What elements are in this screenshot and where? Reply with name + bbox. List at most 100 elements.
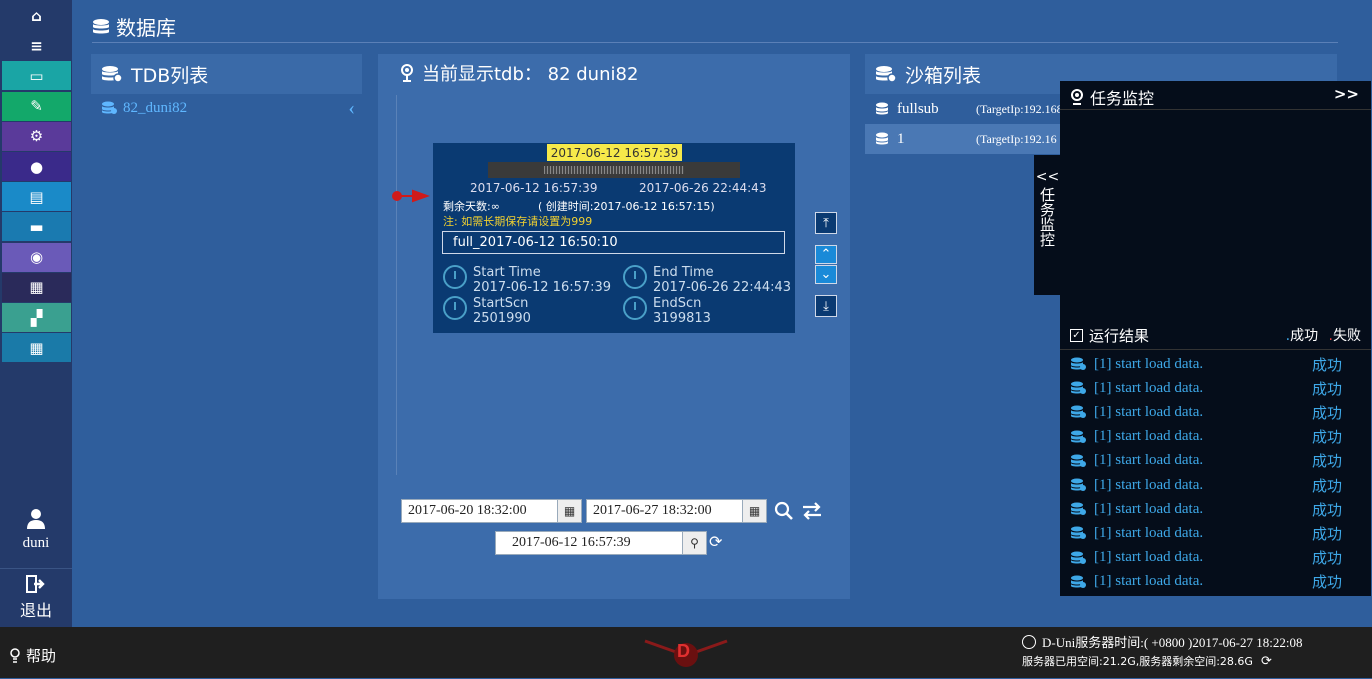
sandbox-panel-title: 沙箱列表 xyxy=(905,64,982,87)
refresh-icon[interactable]: ⟳ xyxy=(1261,654,1272,669)
clock-icon xyxy=(623,265,647,289)
refresh-icon[interactable]: ⟳ xyxy=(709,532,722,551)
result-text: [1] start load data. xyxy=(1094,379,1204,396)
sandbox-row[interactable]: 1 (TargetIp:192.16 xyxy=(865,124,1065,154)
filter-to-value: 2017-06-27 18:32:00 xyxy=(593,503,712,518)
end-time-label: End Time xyxy=(653,265,714,280)
timeline-axis xyxy=(396,95,397,475)
legend-fail: 失败 xyxy=(1333,328,1361,344)
user-profile[interactable]: duni xyxy=(0,504,72,562)
desktop-icon: ▬ xyxy=(29,217,44,236)
sidebar-item-clipboard[interactable]: ▦ xyxy=(2,333,71,363)
clock-icon xyxy=(443,265,467,289)
sidebar-item-webcam[interactable]: ◉ xyxy=(2,242,71,272)
end-scn-value: 3199813 xyxy=(653,311,711,326)
results-header: ✓ 运行结果 xyxy=(1070,325,1149,346)
sidebar-item-monitor[interactable]: ▭ xyxy=(2,61,71,91)
database-icon: ≡ xyxy=(30,36,43,55)
brand-logo: D xyxy=(643,635,729,675)
current-time-value: 2017-06-12 16:57:39 xyxy=(512,535,631,550)
clock-icon xyxy=(1022,634,1036,649)
result-status: 成功 xyxy=(1311,476,1342,495)
divider xyxy=(1060,349,1371,350)
results-legend: .成功 .失败 xyxy=(1285,328,1361,344)
calendar-icon[interactable]: ▦ xyxy=(742,500,766,522)
result-row[interactable]: [1] start load data. 成功 xyxy=(1070,425,1360,449)
result-row[interactable]: [1] start load data. 成功 xyxy=(1070,497,1360,521)
legend-success: 成功 xyxy=(1290,328,1319,344)
result-text: [1] start load data. xyxy=(1094,524,1204,541)
sidebar-item-user[interactable]: ● xyxy=(2,152,71,181)
filter-to-input[interactable]: 2017-06-27 18:32:00 ▦ xyxy=(586,499,767,523)
sidebar-item-database[interactable]: ≡ xyxy=(2,31,71,61)
sidebar-item-cogs[interactable]: ⚙ xyxy=(2,121,71,151)
logout-label: 退出 xyxy=(19,601,52,620)
map-marker-icon[interactable]: ⚲ xyxy=(682,532,706,554)
arrow-top-icon: ⤒ xyxy=(823,215,829,231)
collapse-button[interactable]: >> xyxy=(1334,85,1359,103)
sidebar-item-grid[interactable]: ▞ xyxy=(2,303,71,332)
sidebar-item-desktop[interactable]: ▬ xyxy=(2,212,71,242)
database-icon xyxy=(1071,551,1086,564)
results-list: [1] start load data. 成功 [1] start load dat… xyxy=(1060,352,1371,592)
time-tooltip: 2017-06-12 16:57:39 xyxy=(547,144,682,161)
title-divider xyxy=(92,42,1338,43)
result-status: 成功 xyxy=(1311,500,1342,519)
backup-name-field[interactable]: full_2017-06-12 16:50:10 xyxy=(442,231,785,254)
scroll-down-button[interactable]: ⌄ xyxy=(815,265,837,284)
result-row[interactable]: [1] start load data. 成功 xyxy=(1070,449,1360,473)
chevron-left-icon[interactable]: ‹ xyxy=(348,97,355,120)
result-row[interactable]: [1] start load data. 成功 xyxy=(1070,400,1360,424)
scroll-bottom-button[interactable]: ⤓ xyxy=(815,295,837,317)
database-icon xyxy=(102,101,117,114)
monitor-header: 任务监控 xyxy=(1070,85,1154,109)
database-icon xyxy=(1071,575,1086,588)
sidebar-item-clipboard[interactable]: ▦ xyxy=(2,272,71,302)
tdb-list-item[interactable]: 82_duni82 ‹ xyxy=(101,97,359,119)
sidebar-item-file[interactable]: ▤ xyxy=(2,182,71,212)
server-time: D-Uni服务器时间:( +0800 )2017-06-27 18:22:08 xyxy=(1022,632,1302,651)
monitor-side-tab[interactable]: << 任务监控 xyxy=(1034,155,1061,295)
timeline-marker[interactable] xyxy=(391,188,431,203)
result-row[interactable]: [1] start load data. 成功 xyxy=(1070,546,1360,570)
current-time-input[interactable]: 2017-06-12 16:57:39 ⚲ xyxy=(495,531,707,555)
task-monitor-panel: 任务监控 >> ✓ 运行结果 .成功 .失败 [1] start load da… xyxy=(1060,81,1371,596)
server-time-text: D-Uni服务器时间:( +0800 )2017-06-27 18:22:08 xyxy=(1042,635,1303,650)
swap-icon[interactable] xyxy=(801,501,823,525)
result-row[interactable]: [1] start load data. 成功 xyxy=(1070,473,1360,497)
result-row[interactable]: [1] start load data. 成功 xyxy=(1070,352,1360,376)
user-icon: ● xyxy=(29,157,44,176)
filter-from-input[interactable]: 2017-06-20 18:32:00 ▦ xyxy=(401,499,582,523)
chevron-up-icon: ⌃ xyxy=(820,247,832,262)
database-icon xyxy=(1071,430,1086,443)
server-space-text: 服务器已用空间:21.2G,服务器剩余空间:28.6G xyxy=(1022,655,1253,668)
sandbox-name: 1 xyxy=(897,130,905,147)
calendar-icon[interactable]: ▦ xyxy=(557,500,581,522)
sandbox-row[interactable]: fullsub (TargetIp:192.168 xyxy=(865,94,1065,124)
start-scn-label: StartScn xyxy=(473,296,529,311)
end-scn-label: EndScn xyxy=(653,296,702,311)
database-icon xyxy=(1071,381,1086,395)
result-row[interactable]: [1] start load data. 成功 xyxy=(1070,376,1360,400)
monitor-title: 任务监控 xyxy=(1090,89,1155,108)
help-link[interactable]: 帮助 xyxy=(10,645,56,666)
monitor-tab-label: 任务监控 xyxy=(1038,187,1056,247)
sidebar-item-home[interactable]: ⌂ xyxy=(2,1,71,30)
edit-icon: ✎ xyxy=(30,97,43,116)
logout-button[interactable]: 退出 xyxy=(0,568,72,623)
result-row[interactable]: [1] start load data. 成功 xyxy=(1070,570,1360,594)
clock-icon xyxy=(443,296,467,320)
scroll-up-button[interactable]: ⌃ xyxy=(815,245,837,264)
result-text: [1] start load data. xyxy=(1094,573,1204,590)
time-range-bar[interactable] xyxy=(488,162,740,178)
page-title: 数据库 xyxy=(92,12,176,41)
checkbox-icon[interactable]: ✓ xyxy=(1070,329,1083,342)
result-text: [1] start load data. xyxy=(1094,476,1204,493)
sidebar-item-edit[interactable]: ✎ xyxy=(2,91,71,121)
scroll-top-button[interactable]: ⤒ xyxy=(815,212,837,234)
chevron-down-icon: ⌄ xyxy=(820,267,832,282)
search-icon[interactable] xyxy=(774,501,794,526)
database-icon xyxy=(876,102,888,115)
result-row[interactable]: [1] start load data. 成功 xyxy=(1070,521,1360,545)
result-text: [1] start load data. xyxy=(1094,549,1204,566)
